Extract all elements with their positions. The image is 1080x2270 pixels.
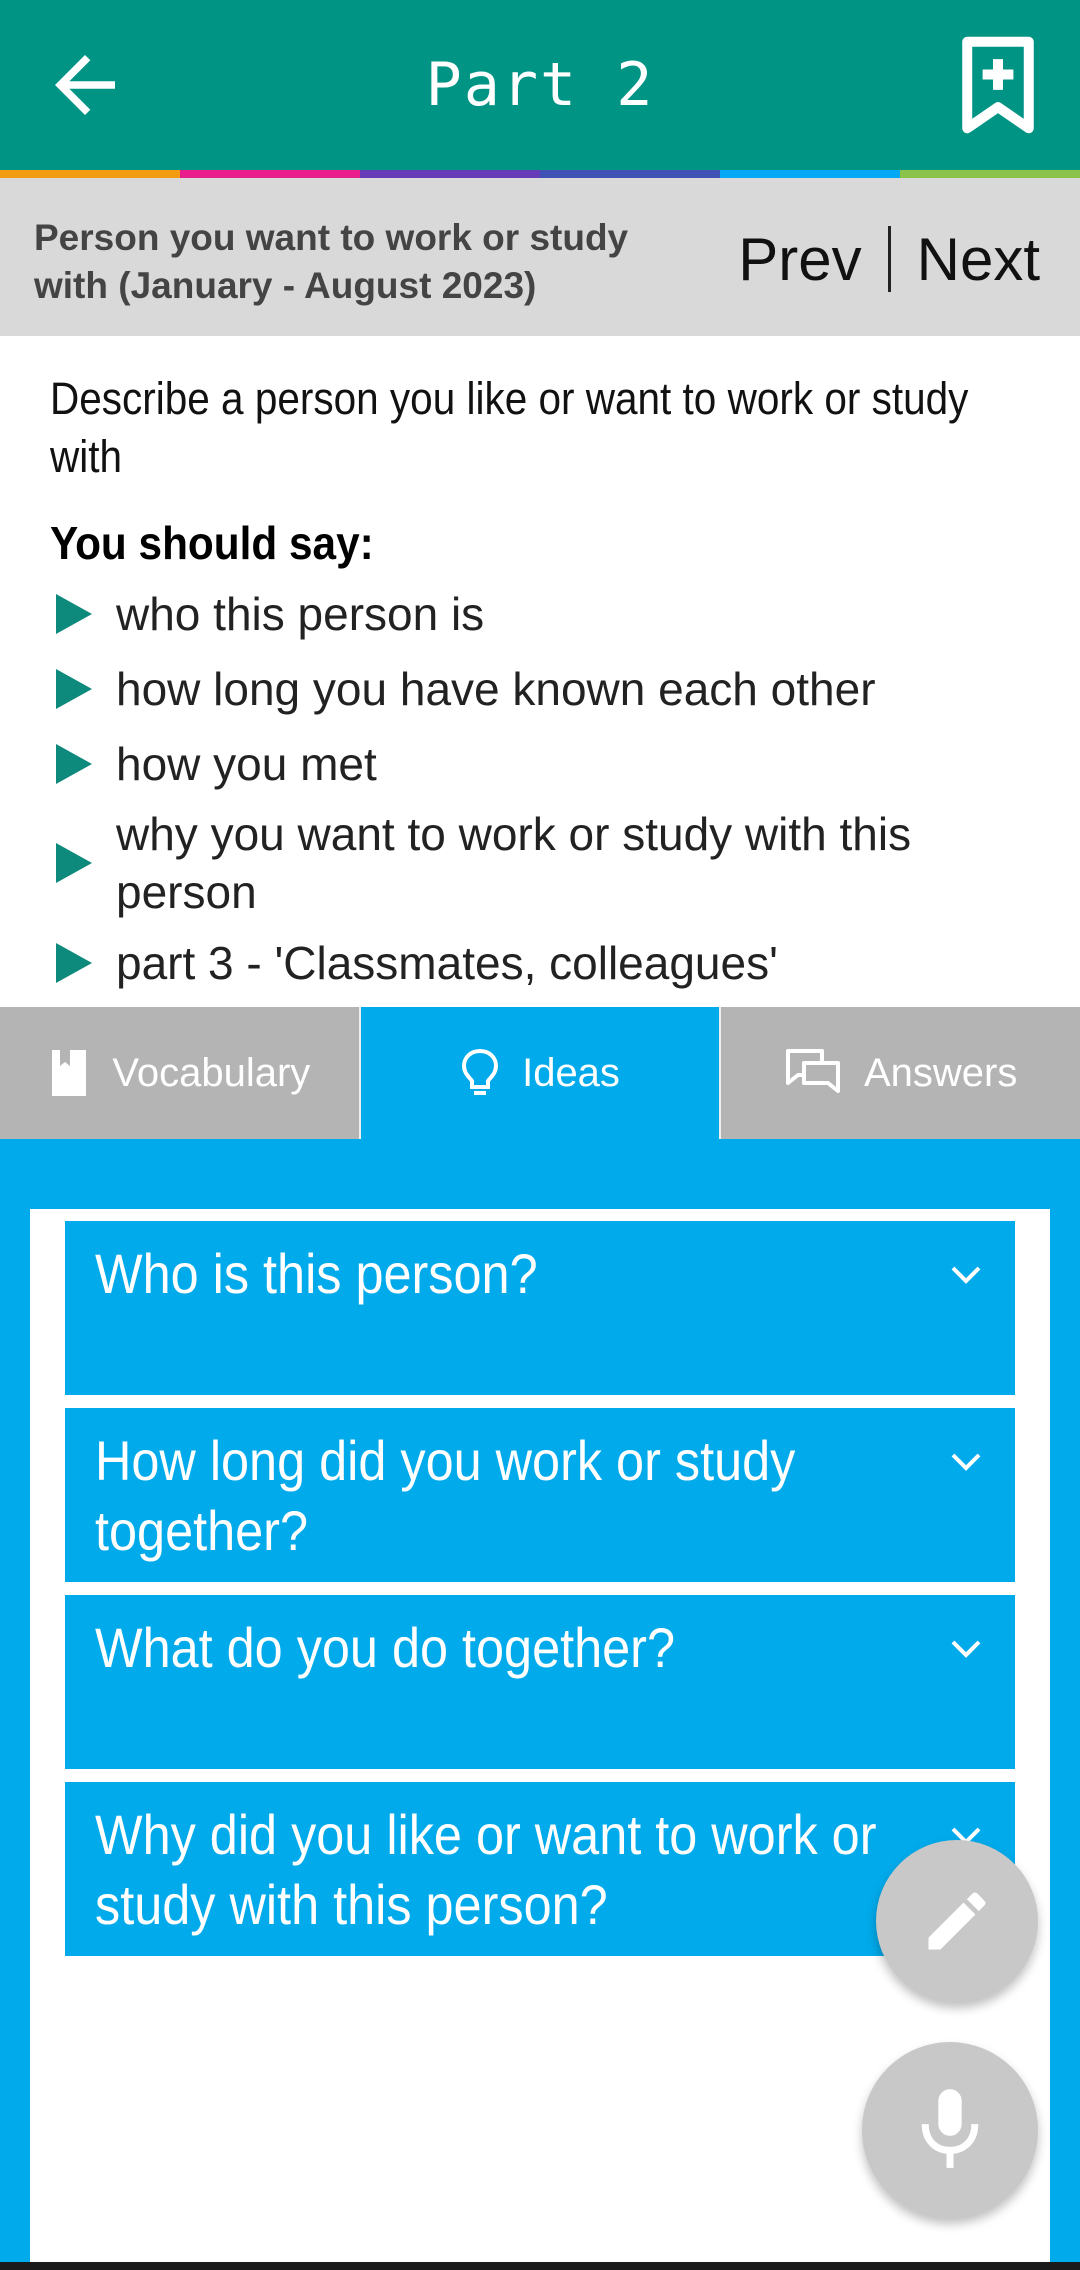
edit-notes-button[interactable]	[876, 1840, 1038, 2002]
cue-points-list: who this person is how long you have kno…	[50, 580, 1050, 996]
topic-title: Person you want to work or study with (J…	[34, 217, 629, 306]
prev-next-nav: Prev Next	[738, 214, 1040, 304]
topic-header: Person you want to work or study with (J…	[0, 178, 1080, 336]
tab-label: Ideas	[522, 1050, 620, 1095]
cue-card-prompt: Describe a person you like or want to wo…	[50, 373, 969, 482]
cue-card: Describe a person you like or want to wo…	[50, 370, 1050, 1004]
question-accordion-4[interactable]: Why did you like or want to work or stud…	[65, 1782, 1015, 1956]
should-say-label: You should say:	[50, 517, 374, 569]
color-stripe	[0, 170, 1080, 178]
question-text: How long did you work or study together?	[95, 1429, 796, 1562]
question-accordion-3[interactable]: What do you do together?	[65, 1595, 1015, 1769]
bookmark-add-icon[interactable]	[958, 36, 1038, 136]
microphone-icon	[921, 2089, 979, 2168]
pencil-icon	[928, 1892, 986, 1950]
triangle-bullet-icon	[56, 743, 92, 784]
chevron-down-icon	[951, 1453, 981, 1471]
record-audio-button[interactable]	[862, 2042, 1038, 2218]
cue-point-text: who this person is	[116, 587, 485, 640]
tab-answers[interactable]: Answers	[721, 1007, 1080, 1139]
question-text: Who is this person?	[95, 1242, 538, 1305]
question-text: Why did you like or want to work or stud…	[95, 1803, 877, 1936]
tab-vocabulary[interactable]: Vocabulary	[0, 1007, 359, 1139]
question-text: What do you do together?	[95, 1616, 675, 1679]
tab-label: Vocabulary	[112, 1050, 311, 1095]
cue-point-text: how long you have known each other	[116, 662, 876, 715]
triangle-bullet-icon	[56, 593, 92, 634]
list-item: how long you have known each other	[50, 655, 1050, 722]
list-item: why you want to work or study with this …	[50, 805, 1050, 921]
next-button[interactable]: Next	[917, 225, 1040, 294]
chevron-down-icon	[951, 1640, 981, 1658]
list-item: how you met	[50, 730, 1050, 797]
list-item: part 3 - 'Classmates, colleagues'	[50, 929, 1050, 996]
tab-ideas[interactable]: Ideas	[358, 1007, 722, 1139]
triangle-bullet-icon	[56, 843, 92, 883]
bottom-edge	[0, 2262, 1080, 2270]
question-accordion-1[interactable]: Who is this person?	[65, 1221, 1015, 1395]
list-item: who this person is	[50, 580, 1050, 647]
app-bar: Part 2	[0, 0, 1080, 170]
page-title: Part 2	[425, 50, 655, 120]
lightbulb-icon	[462, 1048, 499, 1095]
tab-label: Answers	[863, 1050, 1018, 1095]
cue-point-text: why you want to work or study with this …	[116, 808, 912, 918]
chevron-down-icon	[951, 1266, 981, 1284]
cue-point-text: part 3 - 'Classmates, colleagues'	[116, 936, 778, 989]
book-icon	[52, 1050, 87, 1096]
nav-divider	[887, 226, 891, 292]
prev-button[interactable]: Prev	[738, 225, 861, 294]
chat-bubbles-icon	[785, 1049, 840, 1093]
section-tabs: Vocabulary Ideas Answers	[0, 1007, 1080, 1139]
triangle-bullet-icon	[56, 942, 92, 983]
cue-point-text: how you met	[116, 737, 377, 790]
question-accordion-2[interactable]: How long did you work or study together?	[65, 1408, 1015, 1582]
triangle-bullet-icon	[56, 668, 92, 709]
